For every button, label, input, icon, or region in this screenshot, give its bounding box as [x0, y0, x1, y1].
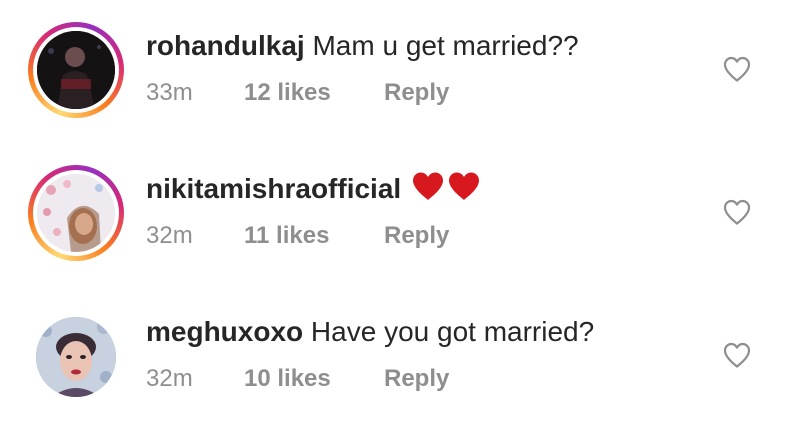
- comment-line: meghuxoxo Have you got married?: [146, 314, 594, 350]
- red-heart-emoji-icon: [447, 171, 481, 210]
- avatar[interactable]: [28, 22, 124, 118]
- heart-outline-icon[interactable]: [722, 55, 752, 83]
- timestamp: 33m: [146, 79, 193, 106]
- username-link[interactable]: rohandulkaj: [146, 30, 305, 61]
- likes-count[interactable]: 12 likes: [244, 78, 384, 108]
- avatar[interactable]: [28, 165, 124, 261]
- avatar-ring-gap: [33, 27, 119, 113]
- username-link[interactable]: meghuxoxo: [146, 316, 303, 347]
- username-link[interactable]: nikitamishraofficial: [146, 173, 401, 204]
- avatar-ring-gap: [33, 170, 119, 256]
- reply-button[interactable]: Reply: [384, 364, 449, 394]
- likes-count[interactable]: 11 likes: [244, 221, 384, 251]
- comment-line: rohandulkaj Mam u get married??: [146, 28, 579, 64]
- heart-outline-icon[interactable]: [722, 198, 752, 226]
- comment-meta: 32m 11 likes Reply: [146, 221, 449, 251]
- timestamp: 32m: [146, 365, 193, 392]
- red-heart-emoji-icon: [411, 171, 445, 210]
- avatar-image: [37, 31, 115, 109]
- avatar-image: [37, 174, 115, 252]
- reply-button[interactable]: Reply: [384, 78, 449, 108]
- comment-line: nikitamishraofficial: [146, 171, 481, 210]
- heart-outline-icon[interactable]: [722, 341, 752, 369]
- comment-text: Mam u get married??: [312, 30, 579, 61]
- reply-button[interactable]: Reply: [384, 221, 449, 251]
- timestamp: 32m: [146, 222, 193, 249]
- avatar[interactable]: [36, 317, 116, 397]
- likes-count[interactable]: 10 likes: [244, 364, 384, 394]
- comment-item: nikitamishraofficial 32m 11 likes Reply: [0, 143, 800, 283]
- comment-meta: 33m 12 likes Reply: [146, 78, 449, 108]
- comment-item: rohandulkaj Mam u get married?? 33m 12 li…: [0, 0, 800, 140]
- comment-meta: 32m 10 likes Reply: [146, 364, 449, 394]
- comment-item: meghuxoxo Have you got married? 32m 10 li…: [0, 286, 800, 426]
- comment-text: Have you got married?: [310, 316, 595, 347]
